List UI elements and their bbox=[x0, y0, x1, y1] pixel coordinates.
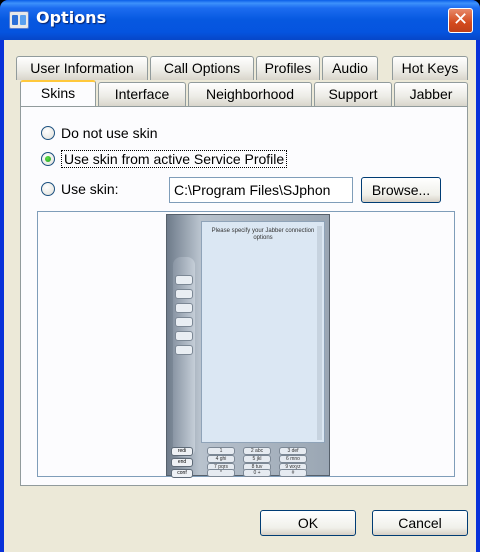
skins-panel: Do not use skin Use skin from active Ser… bbox=[20, 106, 468, 486]
radio-button-checked[interactable] bbox=[41, 152, 55, 166]
skin-side-key: conf bbox=[171, 469, 193, 478]
tab-support[interactable]: Support bbox=[314, 82, 392, 106]
options-window: Options ✕ User Information Call Options … bbox=[0, 0, 480, 552]
skin-icon bbox=[175, 303, 193, 313]
radio-profile-skin[interactable]: Use skin from active Service Profile bbox=[41, 149, 288, 169]
title-bar[interactable]: Options ✕ bbox=[0, 0, 480, 40]
cancel-button[interactable]: Cancel bbox=[372, 510, 468, 536]
app-icon bbox=[9, 11, 29, 29]
radio-button[interactable] bbox=[41, 126, 55, 140]
phone-skin-image: Please specify your Jabber connection op… bbox=[166, 214, 330, 478]
skin-key: 2 abc bbox=[243, 447, 271, 455]
radio-no-skin[interactable]: Do not use skin bbox=[41, 123, 158, 143]
skin-key: 1 bbox=[207, 447, 235, 455]
tab-audio[interactable]: Audio bbox=[322, 56, 378, 80]
tab-jabber[interactable]: Jabber bbox=[394, 82, 468, 106]
skin-icon bbox=[175, 317, 193, 327]
dialog-body: User Information Call Options Profiles A… bbox=[4, 40, 476, 552]
skin-scrollbar bbox=[317, 226, 322, 440]
ok-button[interactable]: OK bbox=[260, 510, 356, 536]
browse-button[interactable]: Browse... bbox=[361, 177, 441, 203]
radio-label: Do not use skin bbox=[61, 125, 158, 141]
tab-skins[interactable]: Skins bbox=[20, 80, 96, 106]
radio-custom-skin[interactable]: Use skin: bbox=[41, 179, 119, 199]
skin-sidebar bbox=[173, 257, 195, 457]
skin-path-field[interactable]: C:\Program Files\SJphon bbox=[169, 177, 353, 203]
tab-neighborhood[interactable]: Neighborhood bbox=[188, 82, 312, 106]
skin-icon bbox=[175, 331, 193, 341]
close-button[interactable]: ✕ bbox=[448, 8, 473, 33]
tab-interface[interactable]: Interface bbox=[98, 82, 186, 106]
radio-button[interactable] bbox=[41, 182, 55, 196]
skin-icon bbox=[175, 289, 193, 299]
skin-key: * bbox=[207, 469, 235, 477]
skin-side-key: end bbox=[171, 458, 193, 467]
skin-screen: Please specify your Jabber connection op… bbox=[201, 221, 325, 443]
skin-icon bbox=[175, 275, 193, 285]
skin-key: 3 def bbox=[279, 447, 307, 455]
skin-key: 6 mno bbox=[279, 455, 307, 463]
skin-key: 5 jkl bbox=[243, 455, 271, 463]
window-title: Options bbox=[36, 8, 107, 27]
radio-label: Use skin: bbox=[61, 181, 119, 197]
radio-label: Use skin from active Service Profile bbox=[61, 150, 288, 168]
tab-profiles[interactable]: Profiles bbox=[256, 56, 320, 80]
skin-key: 0 + bbox=[243, 469, 271, 477]
tab-user-information[interactable]: User Information bbox=[16, 56, 148, 80]
skin-side-key: redi bbox=[171, 447, 193, 456]
skin-icon bbox=[175, 345, 193, 355]
tab-call-options[interactable]: Call Options bbox=[150, 56, 254, 80]
skin-message: Please specify your Jabber connection op… bbox=[211, 228, 315, 241]
skin-key: 4 ghi bbox=[207, 455, 235, 463]
skin-preview: Please specify your Jabber connection op… bbox=[37, 211, 455, 478]
skin-key: # bbox=[279, 469, 307, 477]
tab-hot-keys[interactable]: Hot Keys bbox=[392, 56, 468, 80]
